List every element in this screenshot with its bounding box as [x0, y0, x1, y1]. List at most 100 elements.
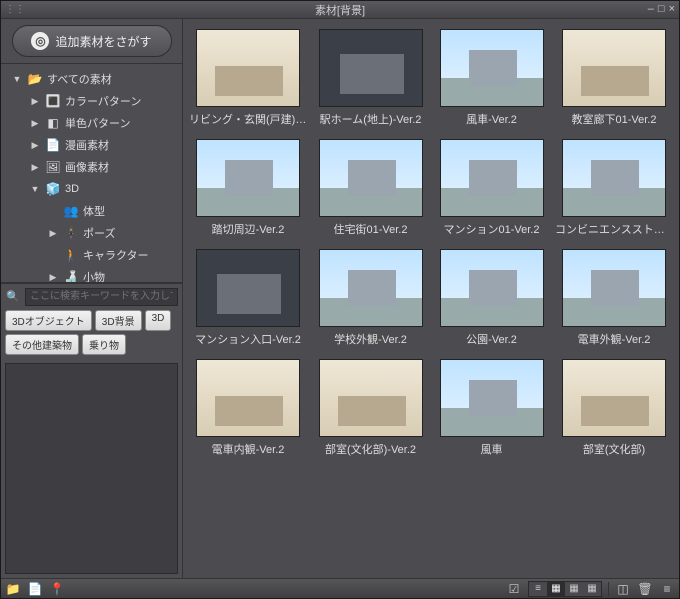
asset-label: リビング・玄関(戸建)-Ver.2 — [189, 111, 307, 127]
tree-item-label: 画像素材 — [65, 159, 109, 175]
asset-label: 踏切周辺-Ver.2 — [212, 221, 285, 237]
grid-large-button[interactable]: ▦ — [583, 582, 601, 596]
asset-thumbnail — [562, 139, 666, 217]
minimize-icon[interactable]: – — [648, 4, 654, 15]
tree-item-label: ポーズ — [83, 225, 115, 241]
toggle-icon: ▶ — [47, 228, 59, 239]
asset-item[interactable]: 公園-Ver.2 — [434, 249, 549, 347]
tree-item-label: 漫画素材 — [65, 137, 109, 153]
sidebar: ◎ 追加素材をさがす ▼📂すべての素材 ▶ 🔳 カラーパターン ▶ ◧ 単色パターン ▶📄漫画… — [1, 19, 183, 578]
folder-type-icon: 👥 — [63, 204, 79, 218]
asset-thumbnail — [319, 249, 423, 327]
asset-label: 学校外観-Ver.2 — [334, 331, 407, 347]
tree-item-label: 単色パターン — [65, 115, 130, 131]
search-icon: 🔍 — [5, 288, 21, 306]
asset-thumbnail — [562, 249, 666, 327]
filter-tag[interactable]: 3Dオブジェクト — [5, 310, 92, 331]
menu-icon[interactable]: ≡ — [659, 582, 675, 596]
folder-icon[interactable]: 📁 — [5, 582, 21, 596]
asset-thumbnail — [196, 29, 300, 107]
tree-item-label: カラーパターン — [65, 93, 141, 109]
material-tree: ▼📂すべての素材▶🔳カラーパターン▶◧単色パターン▶📄漫画素材▶🖼画像素材▼🧊3… — [1, 63, 182, 283]
tree-item[interactable]: ▶ 🖼 画像素材 — [1, 156, 182, 178]
asset-item[interactable]: 学校外観-Ver.2 — [313, 249, 428, 347]
pin-icon[interactable]: 📍 — [49, 582, 65, 596]
asset-item[interactable]: 住宅街01-Ver.2 — [313, 139, 428, 237]
asset-item[interactable]: リビング・玄関(戸建)-Ver.2 — [189, 29, 307, 127]
folder-type-icon: 🔳 — [45, 94, 61, 108]
asset-item[interactable]: マンション01-Ver.2 — [434, 139, 549, 237]
toggle-icon: ▶ — [29, 118, 41, 129]
trash-icon[interactable]: 🗑 — [637, 582, 653, 596]
asset-thumbnail — [440, 139, 544, 217]
asset-label: 部室(文化部)-Ver.2 — [325, 441, 416, 457]
asset-label: 駅ホーム(地上)-Ver.2 — [320, 111, 422, 127]
check-icon[interactable]: ☑ — [506, 582, 522, 596]
asset-item[interactable]: 風車 — [434, 359, 549, 457]
toggle-icon: ▶ — [47, 272, 59, 283]
search-input[interactable] — [25, 288, 178, 306]
asset-label: 電車外観-Ver.2 — [578, 331, 651, 347]
asset-label: 部室(文化部) — [583, 441, 645, 457]
grid-medium-button[interactable]: ▦ — [565, 582, 583, 596]
asset-grid: リビング・玄関(戸建)-Ver.2 駅ホーム(地上)-Ver.2 風車-Ver.2 教… — [189, 29, 673, 457]
titlebar-grip[interactable]: ⋮⋮ — [5, 4, 25, 15]
close-icon[interactable]: × — [669, 4, 675, 15]
asset-label: 風車-Ver.2 — [466, 111, 517, 127]
asset-item[interactable]: 部室(文化部)-Ver.2 — [313, 359, 428, 457]
tree-item[interactable]: ▶ 🕴 ポーズ — [1, 222, 182, 244]
folder-type-icon: ◧ — [45, 116, 61, 130]
asset-thumbnail — [440, 249, 544, 327]
asset-item[interactable]: 踏切周辺-Ver.2 — [189, 139, 307, 237]
filter-tag[interactable]: 乗り物 — [82, 334, 126, 355]
preview-pane — [5, 363, 178, 575]
add-material-button[interactable]: ◎ 追加素材をさがす — [12, 25, 172, 57]
folder-type-icon: 🍶 — [63, 270, 79, 283]
paper-icon[interactable]: 📄 — [27, 582, 43, 596]
tree-item[interactable]: ▶ ◧ 単色パターン — [1, 112, 182, 134]
asset-thumbnail — [196, 359, 300, 437]
asset-item[interactable]: 電車外観-Ver.2 — [555, 249, 673, 347]
folder-type-icon: 🖼 — [45, 160, 61, 174]
asset-thumbnail — [440, 29, 544, 107]
toggle-icon: ▶ — [29, 96, 41, 107]
asset-item[interactable]: 電車内観-Ver.2 — [189, 359, 307, 457]
asset-label: マンション入口-Ver.2 — [195, 331, 301, 347]
asset-item[interactable]: 風車-Ver.2 — [434, 29, 549, 127]
asset-thumbnail — [319, 359, 423, 437]
tree-item-label: 小物 — [83, 269, 105, 283]
maximize-icon[interactable]: □ — [658, 4, 665, 15]
tree-item[interactable]: ▶ 🔳 カラーパターン — [1, 90, 182, 112]
asset-item[interactable]: 部室(文化部) — [555, 359, 673, 457]
asset-item[interactable]: 駅ホーム(地上)-Ver.2 — [313, 29, 428, 127]
filter-tag[interactable]: 3D — [145, 310, 172, 331]
asset-item[interactable]: マンション入口-Ver.2 — [189, 249, 307, 347]
tree-item[interactable]: ▼📂すべての素材 — [1, 68, 182, 90]
toggle-icon: ▶ — [29, 140, 41, 151]
toggle-icon: ▶ — [29, 162, 41, 173]
tree-item[interactable]: 👥 体型 — [1, 200, 182, 222]
tree-item-label: 体型 — [83, 203, 105, 219]
add-material-label: 追加素材をさがす — [55, 33, 151, 50]
swirl-icon: ◎ — [31, 32, 49, 50]
asset-item[interactable]: 教室廊下01-Ver.2 — [555, 29, 673, 127]
asset-label: 公園-Ver.2 — [466, 331, 517, 347]
folder-type-icon: 🧊 — [45, 182, 61, 196]
asset-label: 住宅街01-Ver.2 — [334, 221, 408, 237]
grid-small-button[interactable]: ▦ — [547, 582, 565, 596]
tile-icon[interactable]: ◫ — [615, 582, 631, 596]
tree-item[interactable]: 🚶キャラクター — [1, 244, 182, 266]
filter-tag[interactable]: その他建築物 — [5, 334, 79, 355]
tree-item[interactable]: ▼🧊3D — [1, 178, 182, 200]
asset-label: 教室廊下01-Ver.2 — [572, 111, 657, 127]
tree-item[interactable]: ▶ 🍶 小物 — [1, 266, 182, 283]
tree-item[interactable]: ▶📄漫画素材 — [1, 134, 182, 156]
asset-thumbnail — [319, 139, 423, 217]
footer: 📁 📄 📍 ☑ ≡ ▦ ▦ ▦ ◫ 🗑 ≡ — [1, 578, 679, 598]
asset-label: マンション01-Ver.2 — [444, 221, 540, 237]
folder-type-icon: 🕴 — [63, 226, 79, 240]
asset-item[interactable]: コンビニエンスストア-Ver.2 — [555, 139, 673, 237]
filter-tag[interactable]: 3D背景 — [95, 310, 142, 331]
list-view-button[interactable]: ≡ — [529, 582, 547, 596]
toggle-icon: ▼ — [11, 74, 23, 84]
